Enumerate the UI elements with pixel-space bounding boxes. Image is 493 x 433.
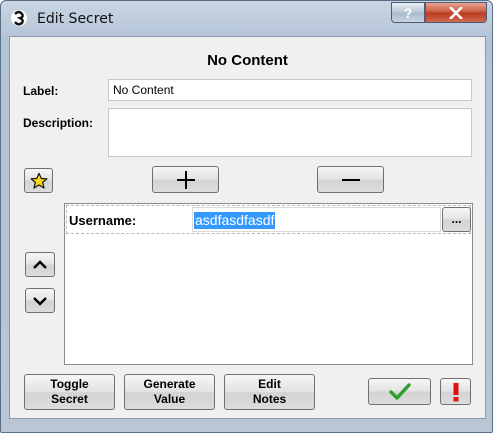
label-caption: Label: <box>23 84 59 98</box>
ellipsis-icon: ... <box>451 212 462 226</box>
fields-list[interactable]: Username: asdfasdfasdf ... <box>64 203 473 365</box>
help-button[interactable]: ? <box>391 2 425 23</box>
close-button[interactable] <box>425 2 487 23</box>
checkmark-icon <box>388 382 411 400</box>
field-value-input[interactable]: asdfasdfasdf <box>192 207 441 232</box>
alert-button[interactable] <box>440 378 471 405</box>
exclamation-icon <box>453 382 458 401</box>
minus-icon <box>341 178 360 181</box>
field-value-selection: asdfasdfasdf <box>194 212 276 229</box>
secret-heading: No Content <box>207 52 288 69</box>
edit-secret-window: Edit Secret ? No Content Label: Descript… <box>0 0 493 433</box>
app-logo-icon <box>11 10 27 26</box>
remove-field-button[interactable] <box>317 166 384 193</box>
star-icon <box>29 172 48 189</box>
dialog-body: No Content Label: Description: <box>9 36 486 419</box>
generate-value-button[interactable]: Generate Value <box>124 374 215 410</box>
add-field-button[interactable] <box>152 166 219 193</box>
description-input[interactable] <box>108 108 472 157</box>
window-title: Edit Secret <box>37 11 114 27</box>
field-more-button[interactable]: ... <box>442 207 471 232</box>
field-row[interactable]: Username: asdfasdfasdf ... <box>66 205 471 234</box>
field-name: Username: <box>69 213 137 228</box>
favorite-button[interactable] <box>24 168 53 193</box>
toggle-secret-button[interactable]: Toggle Secret <box>24 374 115 410</box>
edit-notes-button[interactable]: Edit Notes <box>224 374 315 410</box>
move-up-button[interactable] <box>25 252 55 277</box>
help-icon: ? <box>403 4 413 21</box>
title-bar[interactable]: Edit Secret ? <box>1 1 492 35</box>
move-down-button[interactable] <box>25 288 55 313</box>
description-caption: Description: <box>23 116 94 130</box>
chevron-down-icon <box>33 296 47 306</box>
label-input[interactable] <box>108 79 472 101</box>
close-x-icon <box>449 6 463 19</box>
plus-icon <box>176 170 195 189</box>
chevron-up-icon <box>33 259 47 269</box>
ok-button[interactable] <box>368 378 431 405</box>
